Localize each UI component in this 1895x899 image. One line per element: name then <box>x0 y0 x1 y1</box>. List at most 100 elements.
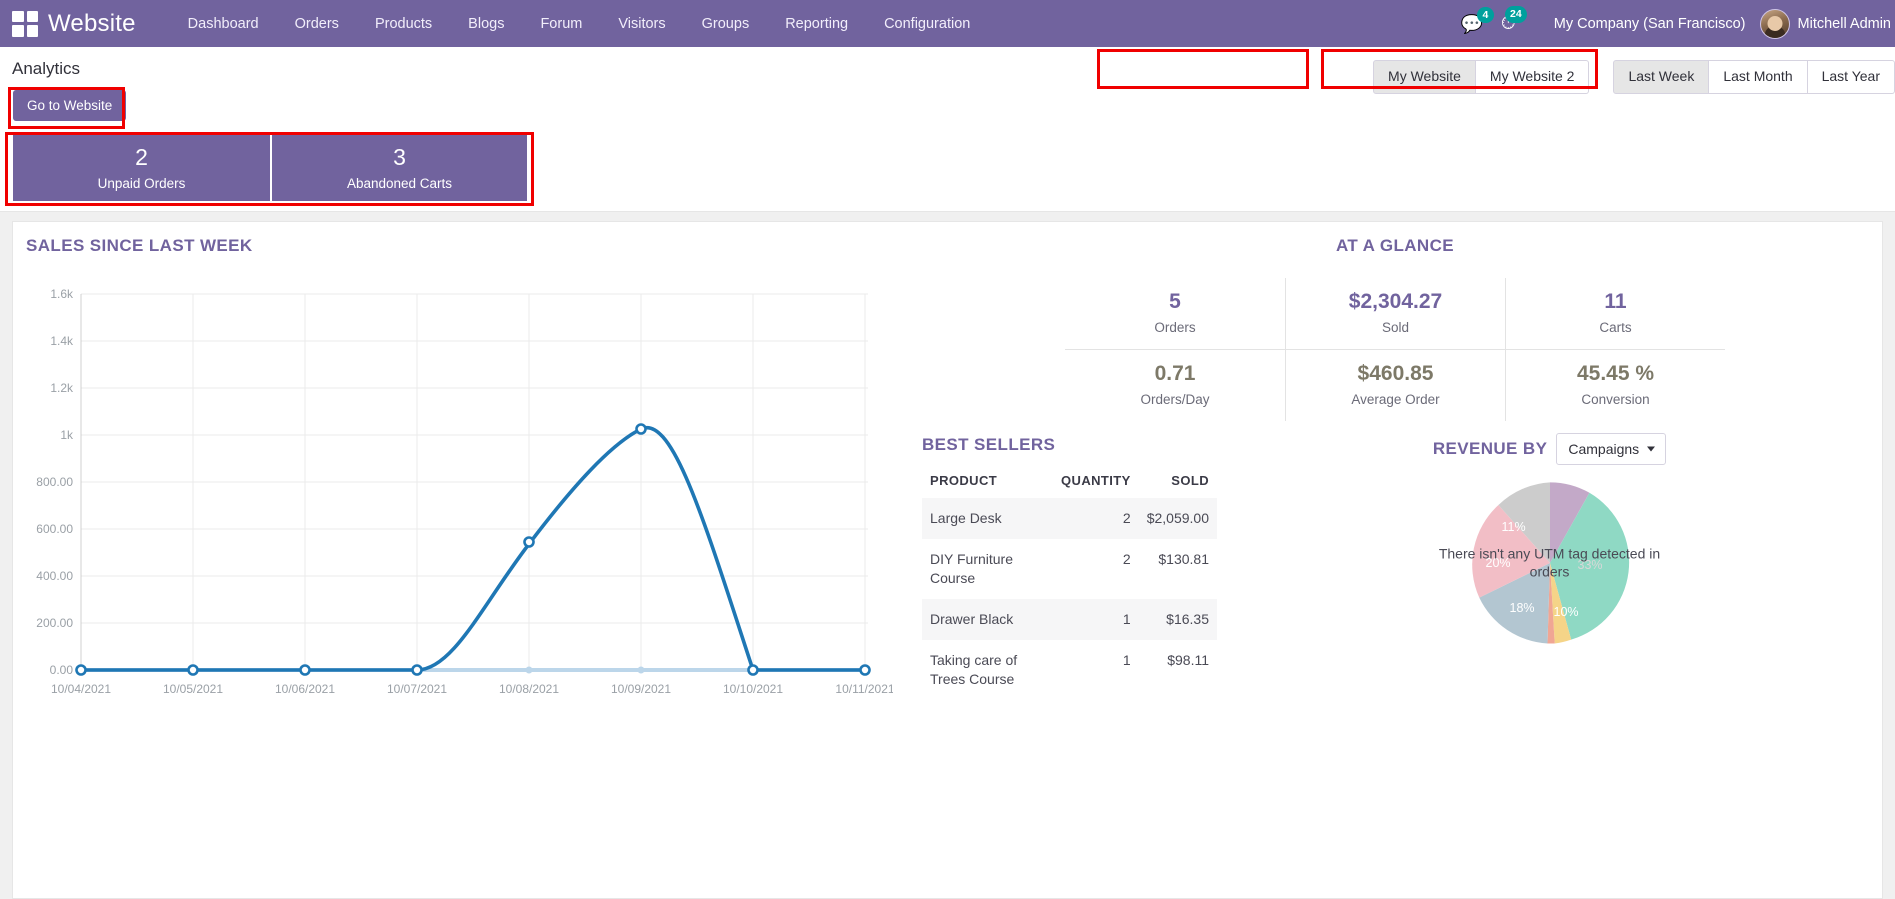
revenue-by-title: Revenue By <box>1432 439 1548 459</box>
table-row[interactable]: Taking care of Trees Course 1 $98.11 <box>922 640 1217 700</box>
menu-item-visitors[interactable]: Visitors <box>600 10 683 38</box>
svg-text:0.00: 0.00 <box>50 663 74 677</box>
glance-value: $2,304.27 <box>1348 290 1443 313</box>
svg-text:10/05/2021: 10/05/2021 <box>163 682 223 696</box>
at-a-glance-grid-row-2: 0.71 Orders/Day $460.85 Average Order 45… <box>1065 349 1725 422</box>
messages-button[interactable]: 💬 4 <box>1460 6 1494 33</box>
main-menu: Dashboard Orders Products Blogs Forum Vi… <box>170 10 989 38</box>
glance-cell-orders-per-day[interactable]: 0.71 Orders/Day <box>1065 349 1285 421</box>
menu-item-dashboard[interactable]: Dashboard <box>170 10 277 38</box>
glance-cell-carts[interactable]: 11 Carts <box>1505 278 1725 350</box>
cell-product: DIY Furniture Course <box>930 551 1013 587</box>
at-a-glance-grid: 5 Orders $2,304.27 Sold 11 Carts <box>1065 278 1725 350</box>
best-sellers-title: Best Sellers <box>922 435 1056 455</box>
kpi-value: 3 <box>393 143 406 170</box>
avatar[interactable] <box>1759 8 1790 39</box>
menu-item-reporting[interactable]: Reporting <box>767 10 866 38</box>
apps-grid-icon[interactable] <box>12 10 38 37</box>
cell-sold: $16.35 <box>1166 610 1209 627</box>
activities-button[interactable]: ⏱ 24 <box>1501 6 1527 33</box>
svg-text:10/09/2021: 10/09/2021 <box>611 682 671 696</box>
website-filter-my-website[interactable]: My Website <box>1373 60 1476 94</box>
glance-cell-sold[interactable]: $2,304.27 Sold <box>1285 278 1505 350</box>
svg-text:800.00: 800.00 <box>36 475 73 489</box>
chevron-down-icon <box>1647 446 1656 452</box>
right-column: At a Glance 5 Orders $2,304.27 Sold 11 C… <box>908 222 1882 898</box>
glance-cell-orders[interactable]: 5 Orders <box>1065 278 1285 349</box>
period-filter-group: Last Week Last Month Last Year <box>1613 60 1895 94</box>
svg-text:1.4k: 1.4k <box>50 334 74 348</box>
at-a-glance-title: At a Glance <box>1335 236 1455 255</box>
revenue-by-selected-value: Campaigns <box>1568 441 1640 458</box>
glance-label: Carts <box>1599 320 1632 336</box>
sales-chart-svg: 1.6k 1.4k 1.2k 1k 800.00 600.00 400.00 2… <box>36 287 895 696</box>
user-menu[interactable]: Mitchell Admin <box>1798 16 1895 32</box>
cell-product: Large Desk <box>930 510 1002 527</box>
svg-text:1.2k: 1.2k <box>50 381 74 395</box>
cell-sold: $2,059.00 <box>1146 510 1209 527</box>
top-navbar: Website Dashboard Orders Products Blogs … <box>0 0 1895 47</box>
menu-item-products[interactable]: Products <box>357 10 450 38</box>
svg-text:10/06/2021: 10/06/2021 <box>275 682 335 696</box>
period-filter-last-week[interactable]: Last Week <box>1613 60 1710 94</box>
glance-label: Conversion <box>1581 392 1650 408</box>
column-header-product: Product <box>930 473 998 489</box>
website-filter-my-website-2[interactable]: My Website 2 <box>1475 60 1590 94</box>
svg-text:1.6k: 1.6k <box>50 287 74 301</box>
sales-panel-title: Sales Since Last Week <box>26 236 253 255</box>
table-header-row: Product Quantity Sold <box>922 467 1217 498</box>
period-filter-last-month[interactable]: Last Month <box>1709 60 1808 94</box>
company-switcher[interactable]: My Company (San Francisco) <box>1554 16 1746 32</box>
best-sellers-table: Product Quantity Sold Large Desk 2 $2,05… <box>922 467 1217 699</box>
period-filter-last-year[interactable]: Last Year <box>1807 60 1895 94</box>
svg-text:600.00: 600.00 <box>36 522 73 536</box>
column-header-sold: Sold <box>1171 473 1209 489</box>
dashboard-area: Sales Since Last Week <box>0 212 1895 899</box>
kpi-tile-abandoned-carts[interactable]: 3 Abandoned Carts <box>270 135 527 201</box>
glance-cell-conversion[interactable]: 45.45 % Conversion <box>1505 349 1725 422</box>
bottom-split: Best Sellers Product Quantity Sold Large… <box>908 433 1882 699</box>
revenue-pie-svg <box>1471 482 1629 644</box>
svg-text:10/10/2021: 10/10/2021 <box>723 682 783 696</box>
column-header-quantity: Quantity <box>1061 473 1131 489</box>
sales-line-chart[interactable]: 1.6k 1.4k 1.2k 1k 800.00 600.00 400.00 2… <box>13 274 908 709</box>
sales-line <box>79 425 867 672</box>
glance-cell-average-order[interactable]: $460.85 Average Order <box>1285 349 1505 422</box>
cell-quantity: 2 <box>1122 510 1131 527</box>
menu-item-configuration[interactable]: Configuration <box>866 10 988 38</box>
revenue-by-header: Revenue By Campaigns <box>1217 433 1882 466</box>
go-to-website-button[interactable]: Go to Website <box>13 90 127 121</box>
cell-quantity: 1 <box>1122 651 1131 668</box>
table-row[interactable]: DIY Furniture Course 2 $130.81 <box>922 539 1217 599</box>
table-row[interactable]: Drawer Black 1 $16.35 <box>922 598 1217 640</box>
menu-item-orders[interactable]: Orders <box>277 10 357 38</box>
glance-label: Orders <box>1154 320 1196 336</box>
control-panel: Analytics Go to Website My Website My We… <box>0 47 1895 212</box>
svg-text:10/04/2021: 10/04/2021 <box>51 682 111 696</box>
menu-item-groups[interactable]: Groups <box>684 10 768 38</box>
best-sellers-panel: Best Sellers Product Quantity Sold Large… <box>922 435 1217 699</box>
menu-item-forum[interactable]: Forum <box>522 10 600 38</box>
svg-text:400.00: 400.00 <box>36 569 73 583</box>
kpi-label: Unpaid Orders <box>97 176 186 192</box>
svg-text:10/08/2021: 10/08/2021 <box>499 682 559 696</box>
cell-sold: $130.81 <box>1158 551 1209 568</box>
kpi-tile-unpaid-orders[interactable]: 2 Unpaid Orders <box>13 135 270 201</box>
revenue-by-panel: Revenue By Campaigns <box>1217 433 1882 699</box>
revenue-pie-chart[interactable]: 11% 20% 18% 10% 33% There isn't any UTM … <box>1439 479 1660 647</box>
svg-text:1k: 1k <box>60 428 74 442</box>
glance-label: Orders/Day <box>1140 392 1210 408</box>
glance-value: $460.85 <box>1357 362 1434 386</box>
revenue-by-dimension-select[interactable]: Campaigns <box>1556 433 1667 466</box>
kpi-value: 2 <box>135 143 148 170</box>
menu-item-blogs[interactable]: Blogs <box>450 10 522 38</box>
glance-label: Average Order <box>1351 392 1440 408</box>
glance-value: 45.45 % <box>1576 362 1655 386</box>
app-brand-website[interactable]: Website <box>48 10 136 38</box>
cell-product: Taking care of Trees Course <box>930 651 1018 687</box>
svg-text:200.00: 200.00 <box>36 616 73 630</box>
cell-product: Drawer Black <box>930 610 1014 627</box>
glance-label: Sold <box>1381 320 1410 336</box>
glance-value: 0.71 <box>1154 362 1196 386</box>
table-row[interactable]: Large Desk 2 $2,059.00 <box>922 498 1217 540</box>
